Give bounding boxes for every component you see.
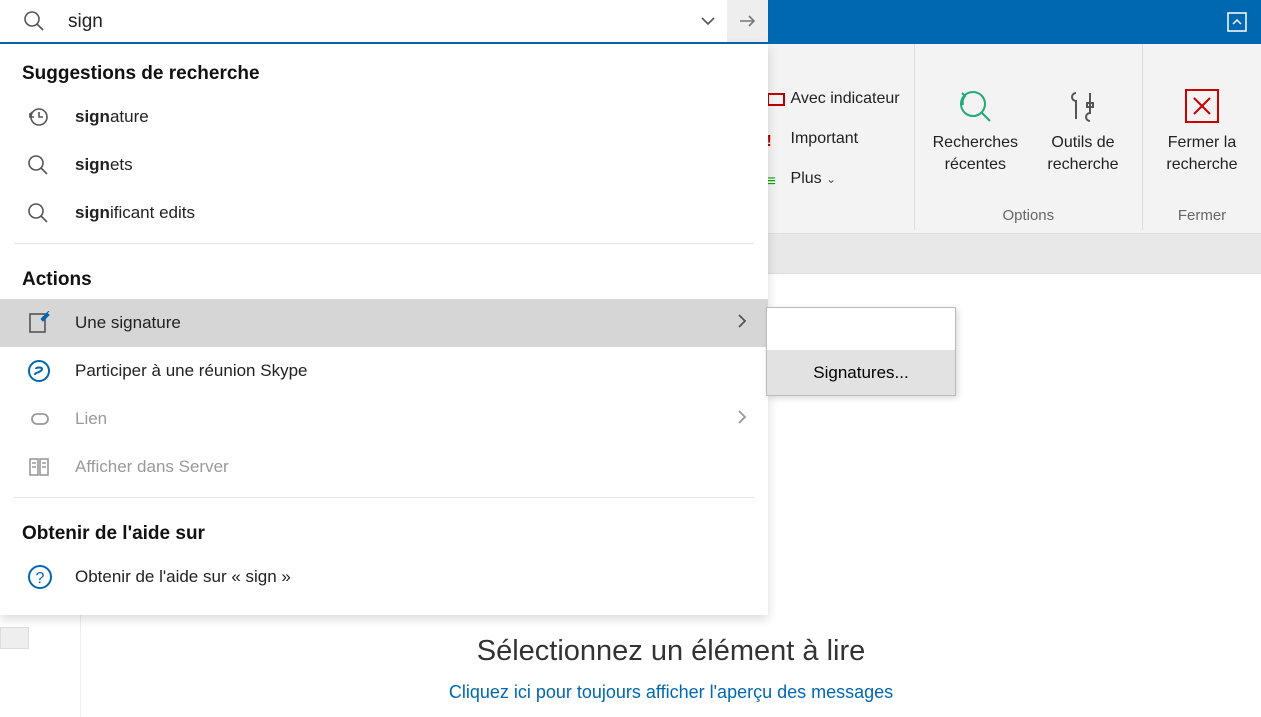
fermer-recherche-button[interactable]: Fermer larecherche: [1157, 78, 1247, 179]
action-item[interactable]: Une signature: [0, 299, 768, 347]
suggestion-text: significant edits: [75, 203, 195, 223]
action-label: Afficher dans Server: [75, 457, 229, 477]
search-scope-chevron[interactable]: [689, 13, 727, 29]
action-label: Lien: [75, 409, 107, 429]
suggestion-text: signature: [75, 107, 149, 127]
filter-avec-indicateur[interactable]: Avec indicateur: [767, 81, 900, 117]
outils-recherche-button[interactable]: Outils derecherche: [1038, 78, 1128, 179]
filter-plus-menu[interactable]: ≡Plus ⌄: [767, 161, 900, 197]
search-submit-button[interactable]: [727, 0, 768, 42]
action-label: Participer à une réunion Skype: [75, 361, 307, 381]
recherches-recentes-label: Recherchesrécentes: [933, 132, 1018, 175]
action-label: Une signature: [75, 313, 181, 333]
suggestion-text: signets: [75, 155, 133, 175]
search-suggestion[interactable]: signets: [0, 141, 768, 189]
nav-pane-stub: [0, 627, 29, 649]
signatures-menu-item[interactable]: Signatures...: [767, 350, 955, 395]
search-bar: [0, 0, 768, 44]
tools-icon: [1062, 82, 1104, 130]
ribbon-group-options-label: Options: [1002, 207, 1054, 230]
search-suggestion[interactable]: significant edits: [0, 189, 768, 237]
filter-important[interactable]: !Important: [767, 121, 900, 157]
search-suggestions-panel: Suggestions de recherche signature signet…: [0, 44, 768, 615]
server-icon: [27, 455, 75, 479]
search-input[interactable]: [68, 0, 689, 42]
close-search-icon: [1182, 82, 1222, 130]
actions-header: Actions: [0, 250, 768, 299]
divider: [14, 497, 754, 498]
chevron-right-icon: [736, 409, 748, 430]
action-item: Afficher dans Server: [0, 443, 768, 491]
reading-pane-preview-link[interactable]: Cliquez ici pour toujours afficher l'ape…: [81, 682, 1261, 703]
divider: [14, 243, 754, 244]
skype-icon: [27, 359, 75, 383]
ribbon-expand-icon[interactable]: [1227, 12, 1247, 32]
link-icon: [27, 409, 75, 429]
fermer-recherche-label: Fermer larecherche: [1166, 132, 1237, 175]
chevron-right-icon: [736, 313, 748, 334]
signature-icon: [27, 311, 75, 335]
svg-text:?: ?: [36, 570, 45, 587]
reading-pane-title: Sélectionnez un élément à lire: [81, 635, 1261, 668]
suggestions-header: Suggestions de recherche: [0, 44, 768, 93]
outils-recherche-label: Outils derecherche: [1047, 132, 1118, 175]
search-icon: [27, 154, 75, 176]
recherches-recentes-button[interactable]: Recherchesrécentes: [929, 78, 1022, 179]
history-icon: [27, 106, 75, 128]
recent-search-icon: [954, 82, 996, 130]
ribbon-group-fermer-label: Fermer: [1178, 207, 1226, 230]
search-suggestion[interactable]: signature: [0, 93, 768, 141]
help-item-label: Obtenir de l'aide sur « sign »: [75, 567, 291, 587]
signature-flyout: Signatures...: [766, 307, 956, 396]
action-item[interactable]: Participer à une réunion Skype: [0, 347, 768, 395]
search-icon: [0, 10, 68, 32]
action-item: Lien: [0, 395, 768, 443]
help-header: Obtenir de l'aide sur: [0, 504, 768, 553]
help-item[interactable]: ? Obtenir de l'aide sur « sign »: [0, 553, 768, 601]
help-icon: ?: [27, 564, 75, 590]
search-icon: [27, 202, 75, 224]
